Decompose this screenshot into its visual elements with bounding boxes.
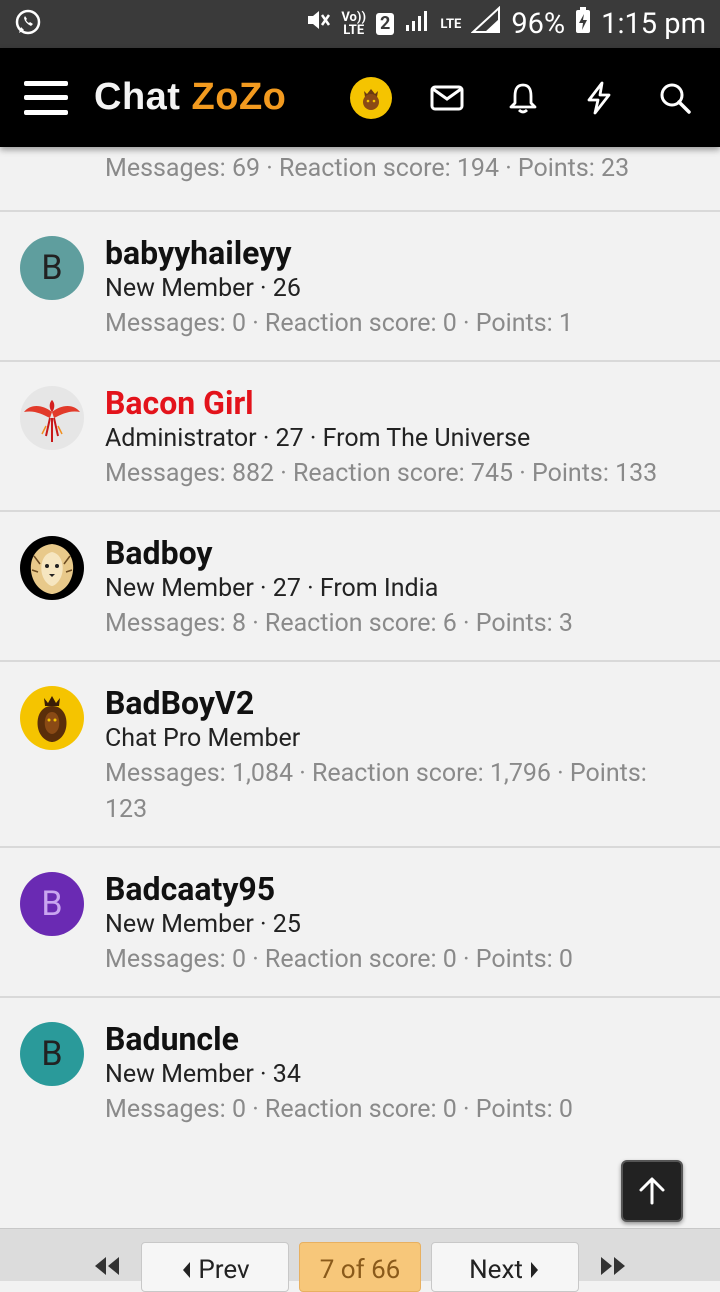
member-stats: Messages: 0 · Reaction score: 0 · Points… — [105, 1095, 573, 1124]
logo-zozo-text: ZoZo — [191, 76, 287, 118]
avatar[interactable]: B — [20, 1022, 84, 1086]
avatar-initial: B — [41, 1034, 63, 1074]
pagination: Prev 7 of 66 Next — [0, 1228, 720, 1292]
logo-chat-text: Chat — [94, 76, 181, 118]
next-page-button[interactable]: Next — [431, 1242, 579, 1292]
member-title: Administrator · 27 · From The Universe — [105, 424, 531, 453]
first-page-icon[interactable] — [92, 1255, 122, 1281]
avatar[interactable] — [20, 686, 84, 750]
lightning-bolt-icon[interactable] — [578, 77, 620, 119]
member-stats: Messages: 0 · Reaction score: 0 · Points… — [105, 309, 573, 338]
last-page-icon[interactable] — [598, 1255, 628, 1281]
lion-icon — [24, 540, 80, 596]
mute-icon — [305, 7, 331, 41]
list-item[interactable]: BadBoyV2 Chat Pro Member Messages: 1,084… — [0, 662, 720, 848]
phoenix-icon — [24, 400, 80, 442]
volte-indicator: Vo)) LTE — [341, 11, 366, 37]
avatar[interactable] — [20, 536, 84, 600]
hamburger-menu-icon[interactable] — [24, 80, 68, 115]
avatar[interactable]: B — [20, 872, 84, 936]
member-title: New Member · 26 — [105, 274, 301, 303]
member-stats: Messages: 1,084 · Reaction score: 1,796 … — [105, 759, 647, 824]
member-name[interactable]: Bacon Girl — [105, 384, 720, 422]
member-list: Messages: 69 · Reaction score: 194 · Poi… — [0, 147, 720, 1146]
avatar-initial: B — [41, 884, 63, 924]
member-name[interactable]: Baduncle — [105, 1020, 720, 1058]
chevron-left-icon — [183, 1262, 191, 1278]
battery-charging-icon — [575, 6, 591, 42]
member-name[interactable]: Badcaaty95 — [105, 870, 720, 908]
member-stats: Messages: 0 · Reaction score: 0 · Points… — [105, 945, 573, 974]
avatar-initial: B — [41, 248, 63, 288]
chevron-right-icon — [530, 1262, 538, 1278]
list-item[interactable]: B Baduncle New Member · 34 Messages: 0 ·… — [0, 998, 720, 1146]
member-name[interactable]: babyyhaileyy — [105, 234, 720, 272]
whatsapp-icon — [14, 8, 42, 40]
member-name[interactable]: Badboy — [105, 534, 720, 572]
current-page-label: 7 of 66 — [319, 1255, 401, 1285]
bell-icon[interactable] — [502, 77, 544, 119]
member-title: Chat Pro Member — [105, 724, 301, 753]
avatar[interactable]: B — [20, 236, 84, 300]
list-item[interactable]: Bacon Girl Administrator · 27 · From The… — [0, 362, 720, 512]
member-title: New Member · 25 — [105, 910, 301, 939]
current-page-indicator[interactable]: 7 of 66 — [299, 1242, 421, 1292]
list-item[interactable]: Messages: 69 · Reaction score: 194 · Poi… — [0, 147, 720, 212]
signal-icon-2 — [470, 5, 501, 42]
member-title: New Member · 27 · From India — [105, 574, 439, 603]
member-name[interactable]: BadBoyV2 — [105, 684, 720, 722]
network-type: LTE — [440, 16, 462, 32]
prev-page-button[interactable]: Prev — [141, 1242, 289, 1292]
prev-label: Prev — [198, 1255, 250, 1285]
member-stats: Messages: 8 · Reaction score: 6 · Points… — [105, 609, 573, 638]
member-stats: Messages: 882 · Reaction score: 745 · Po… — [105, 459, 658, 488]
user-avatar-icon[interactable] — [350, 76, 392, 119]
site-logo[interactable]: Chat ZoZo — [94, 76, 286, 119]
search-icon[interactable] — [654, 77, 696, 119]
volte-bottom-text: LTE — [343, 23, 365, 38]
list-item[interactable]: Badboy New Member · 27 · From India Mess… — [0, 512, 720, 662]
member-stats: Messages: 69 · Reaction score: 194 · Poi… — [105, 154, 630, 183]
list-item[interactable]: B Badcaaty95 New Member · 25 Messages: 0… — [0, 848, 720, 998]
avatar[interactable] — [20, 386, 84, 450]
top-navigation-bar: Chat ZoZo — [0, 48, 720, 147]
status-bar: Vo)) LTE 2 LTE 96% 1:15 pm — [0, 0, 720, 48]
clock: 1:15 pm — [601, 7, 706, 41]
battery-percent: 96% — [511, 7, 566, 41]
inbox-icon[interactable] — [426, 77, 468, 119]
arrow-up-icon — [639, 1177, 665, 1205]
signal-icon — [404, 7, 430, 41]
crowned-lion-icon — [37, 696, 67, 742]
member-title: New Member · 34 — [105, 1060, 301, 1089]
next-label: Next — [469, 1255, 523, 1285]
scroll-to-top-button[interactable] — [621, 1160, 683, 1222]
sim-badge: 2 — [376, 13, 395, 35]
list-item[interactable]: B babyyhaileyy New Member · 26 Messages:… — [0, 212, 720, 362]
